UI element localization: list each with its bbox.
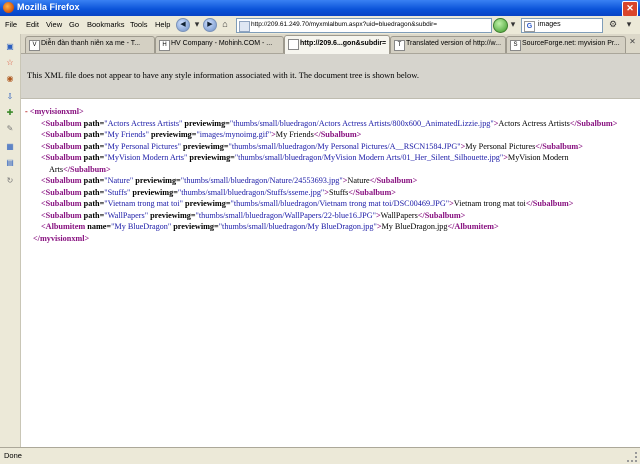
menu-help[interactable]: Help bbox=[155, 20, 170, 29]
tab-active-xml[interactable]: http://209.6...gon&subdir= bbox=[284, 35, 390, 54]
refresh-icon[interactable]: ↻ bbox=[5, 176, 15, 186]
firefox-icon bbox=[3, 2, 14, 13]
search-bar[interactable]: G images bbox=[521, 18, 603, 33]
status-bar: Done bbox=[0, 447, 640, 464]
panel-icon[interactable]: ▤ bbox=[5, 158, 15, 168]
subalbum-row: <Subalbum path="Stuffs" previewimg="thum… bbox=[41, 187, 396, 197]
extension-icon[interactable]: ⚙ bbox=[606, 17, 620, 31]
tab-label: Diễn đàn thanh niên xa me - T... bbox=[41, 40, 141, 47]
subalbum-row: <Subalbum path="MyVision Modern Arts" pr… bbox=[41, 153, 569, 174]
tab-label: SourceForge.net: myvision Pr... bbox=[522, 40, 620, 47]
title-bar: Mozilla Firefox ✕ bbox=[0, 0, 640, 17]
tab-label: HV Company - Mohinh.COM - ... bbox=[171, 40, 273, 47]
menu-view[interactable]: View bbox=[46, 20, 62, 29]
info-message: This XML file does not appear to have an… bbox=[27, 70, 420, 80]
tools-icon[interactable]: ✎ bbox=[5, 124, 15, 134]
tab-favicon-icon: T bbox=[394, 40, 405, 51]
menu-edit[interactable]: Edit bbox=[26, 20, 39, 29]
tab-translated[interactable]: T Translated version of http://w... bbox=[390, 36, 506, 53]
subalbum-row: <Subalbum path="Actors Actress Artists" … bbox=[41, 118, 618, 128]
tab-favicon-icon bbox=[288, 39, 299, 50]
subalbum-row: <Subalbum path="WallPapers" previewimg="… bbox=[41, 210, 466, 220]
history-icon[interactable]: ◉ bbox=[5, 74, 15, 84]
menu-go[interactable]: Go bbox=[69, 20, 79, 29]
tab-sourceforge[interactable]: S SourceForge.net: myvision Pr... bbox=[506, 36, 626, 53]
resize-grip-icon[interactable] bbox=[627, 452, 637, 462]
bookmark-star-icon[interactable]: ☆ bbox=[5, 58, 15, 68]
tab-dien-dan[interactable]: V Diễn đàn thanh niên xa me - T... bbox=[25, 36, 155, 53]
tab-label: Translated version of http://w... bbox=[406, 40, 502, 47]
albumitem-row: <Albumitem name="My BlueDragon" previewi… bbox=[41, 222, 499, 231]
collapse-toggle[interactable]: - bbox=[25, 107, 28, 116]
url-text[interactable]: http://209.61.249.70/myxmlalbum.aspx?uid… bbox=[251, 21, 437, 28]
status-text: Done bbox=[4, 451, 22, 460]
menu-arrow-icon[interactable]: ▾ bbox=[622, 17, 636, 31]
tab-label: http://209.6...gon&subdir= bbox=[300, 40, 387, 47]
forward-button[interactable]: ▶ bbox=[203, 18, 217, 32]
back-dropdown-icon[interactable]: ▾ bbox=[190, 17, 204, 31]
tab-favicon-icon: H bbox=[159, 40, 170, 51]
menu-bookmarks[interactable]: Bookmarks bbox=[87, 20, 125, 29]
addon-icon[interactable]: ✚ bbox=[5, 108, 15, 118]
grid-icon[interactable]: ▦ bbox=[5, 142, 15, 152]
page-content: - <myvisionxml> <Subalbum path="Actors A… bbox=[21, 99, 640, 447]
xml-root-open: - <myvisionxml> bbox=[25, 107, 84, 116]
xml-tree: - <myvisionxml> <Subalbum path="Actors A… bbox=[25, 106, 625, 244]
menu-tools[interactable]: Tools bbox=[130, 20, 148, 29]
subalbum-row: <Subalbum path="My Personal Pictures" pr… bbox=[41, 141, 583, 151]
close-tab-icon[interactable]: ✕ bbox=[627, 36, 638, 47]
go-dropdown-icon[interactable]: ▾ bbox=[506, 17, 520, 31]
google-search-icon[interactable]: G bbox=[524, 21, 535, 32]
xml-root-close: </myvisionxml> bbox=[33, 233, 90, 243]
subalbum-row: <Subalbum path="Vietnam trong mat toi" p… bbox=[41, 199, 574, 208]
sidebar-window-icon[interactable]: ▣ bbox=[5, 42, 15, 52]
download-icon[interactable]: ⇩ bbox=[5, 92, 15, 102]
sidebar: ▣ ☆ ◉ ⇩ ✚ ✎ ▦ ▤ ↻ bbox=[0, 34, 21, 447]
home-icon[interactable]: ⌂ bbox=[218, 17, 232, 31]
close-window-button[interactable]: ✕ bbox=[622, 1, 638, 17]
menu-file[interactable]: File bbox=[5, 20, 17, 29]
tab-favicon-icon: V bbox=[29, 40, 40, 51]
tab-strip: V Diễn đàn thanh niên xa me - T... H HV … bbox=[21, 34, 640, 54]
window-title: Mozilla Firefox bbox=[17, 2, 80, 12]
tab-favicon-icon: S bbox=[510, 40, 521, 51]
subalbum-row: <Subalbum path="Nature" previewimg="thum… bbox=[41, 176, 418, 185]
page-icon bbox=[239, 21, 250, 32]
subalbum-row: <Subalbum path="My Friends" previewimg="… bbox=[41, 130, 362, 139]
back-button[interactable]: ◀ bbox=[176, 18, 190, 32]
tab-hv-company[interactable]: H HV Company - Mohinh.COM - ... bbox=[155, 36, 284, 53]
address-bar[interactable]: http://209.61.249.70/myxmlalbum.aspx?uid… bbox=[236, 18, 492, 33]
xml-info-bar: This XML file does not appear to have an… bbox=[21, 54, 640, 99]
search-input[interactable]: images bbox=[538, 21, 561, 28]
